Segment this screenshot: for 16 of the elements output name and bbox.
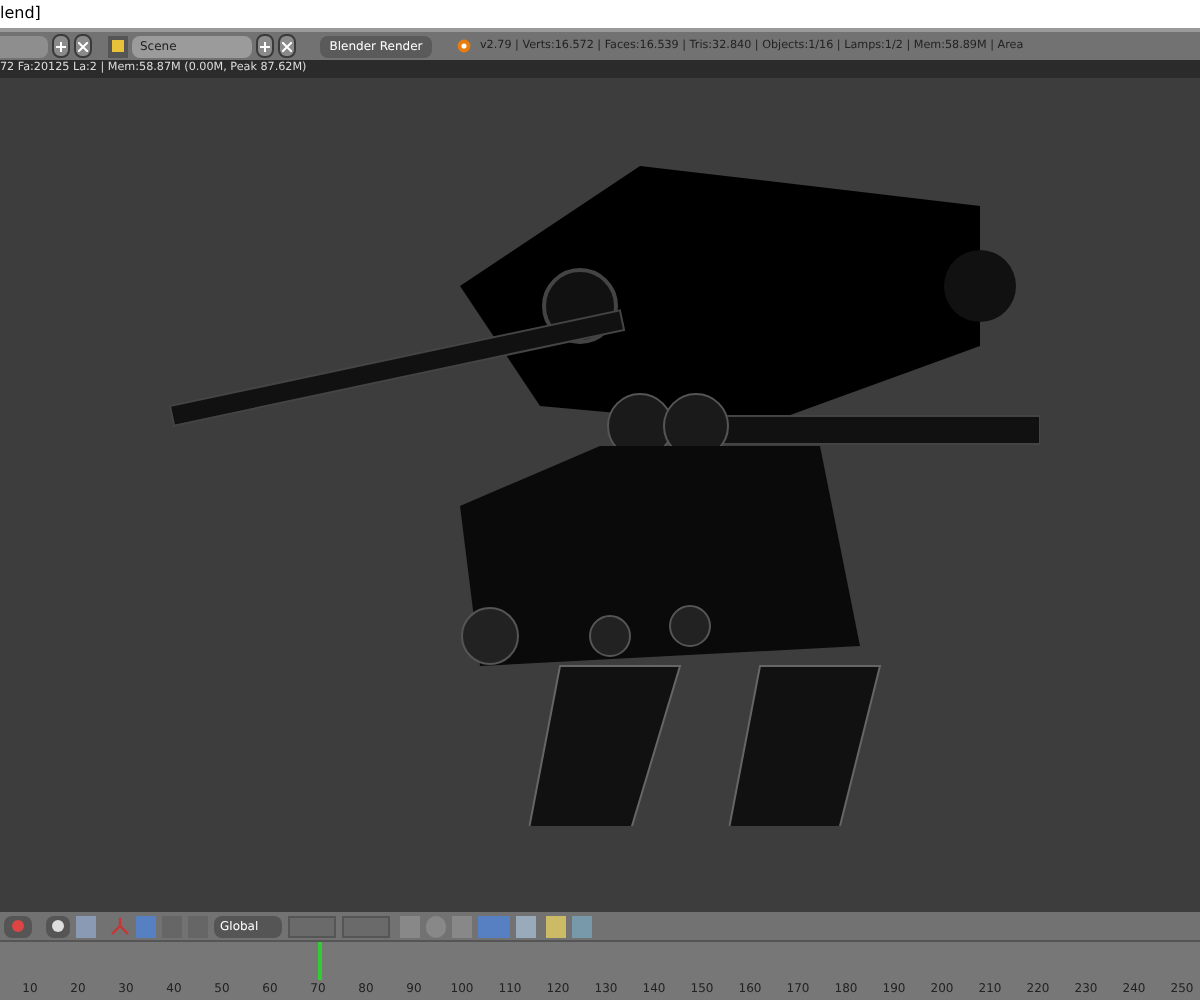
layer-grid[interactable] — [288, 915, 336, 937]
logo-icon — [456, 38, 472, 54]
close-button[interactable] — [278, 34, 296, 58]
axes-icon[interactable] — [110, 916, 130, 936]
plus-icon — [56, 41, 66, 51]
add-button[interactable] — [52, 34, 70, 58]
shading-icon[interactable] — [46, 915, 70, 937]
close-icon — [282, 41, 292, 51]
window-title: lend] — [0, 2, 41, 26]
add-button[interactable] — [256, 34, 274, 58]
close-icon — [78, 41, 88, 51]
layer-grid[interactable] — [342, 915, 390, 937]
close-button[interactable] — [74, 34, 92, 58]
plus-icon — [260, 41, 270, 51]
scene-icon[interactable] — [108, 35, 128, 57]
screen-layout-field[interactable] — [0, 35, 48, 57]
